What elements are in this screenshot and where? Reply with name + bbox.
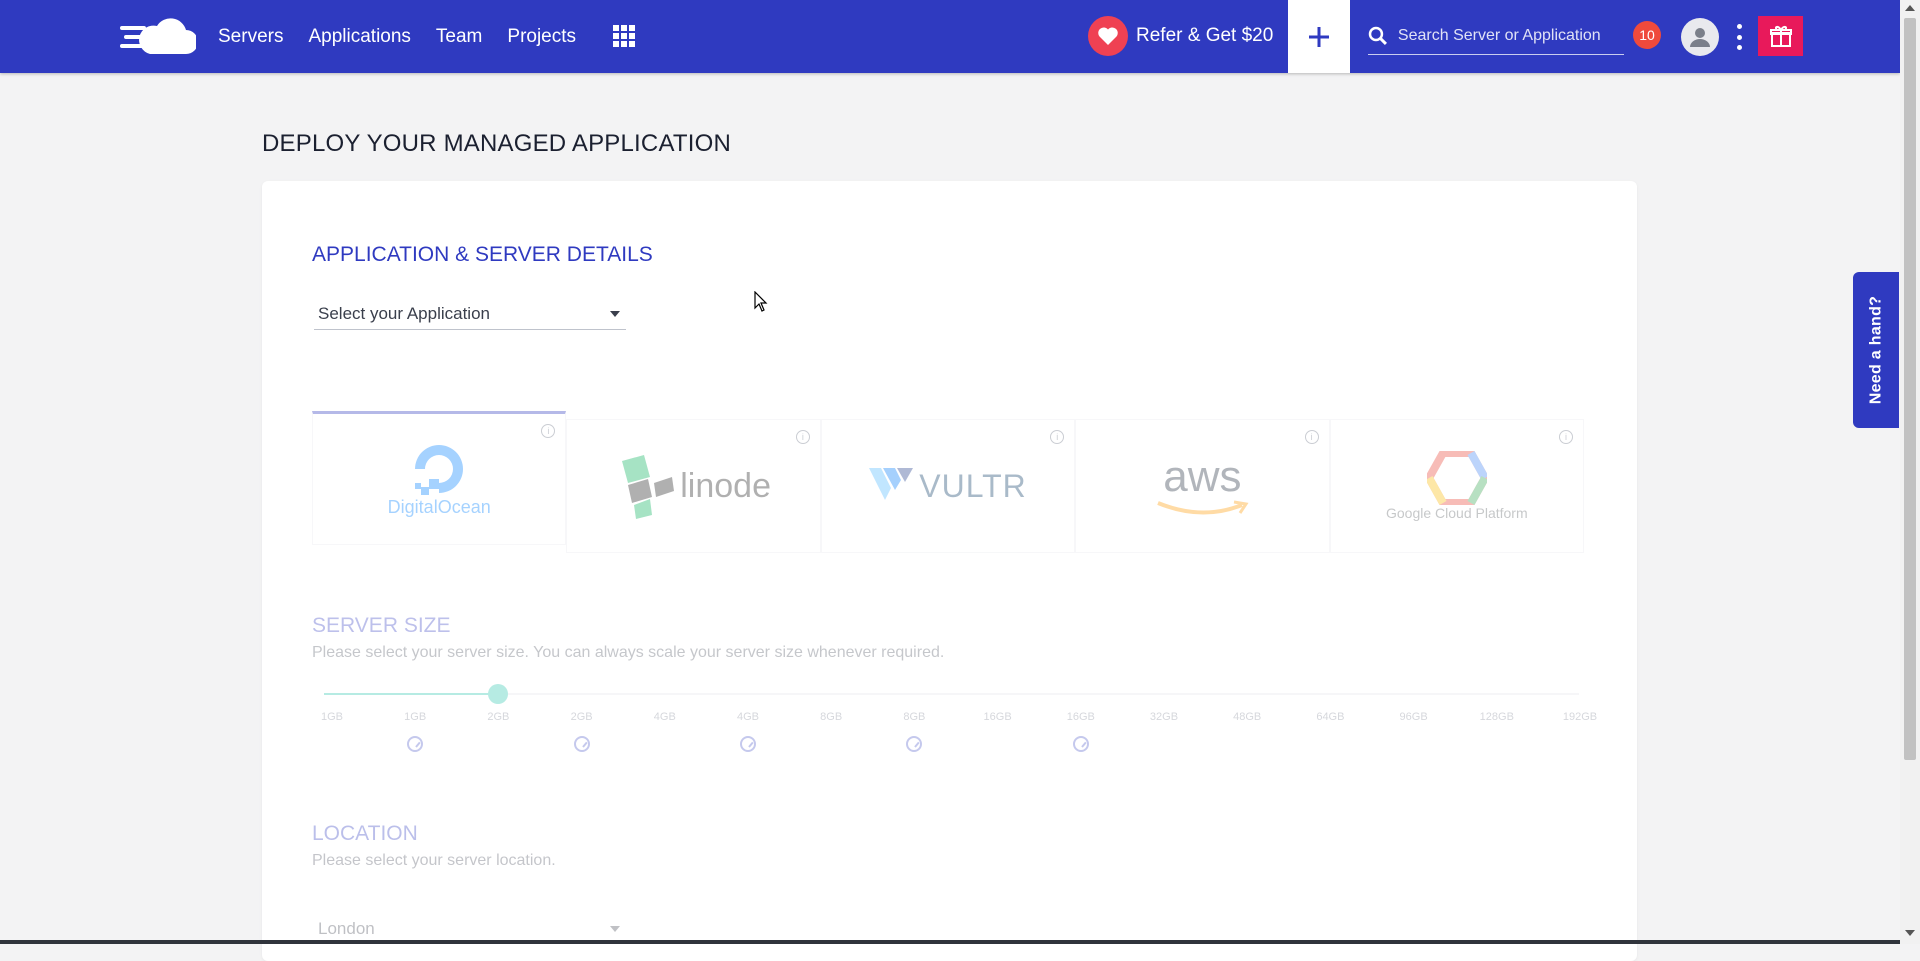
provider-vultr[interactable]: i VULTR	[820, 419, 1076, 553]
size-tick-label: 128GB	[1479, 711, 1514, 723]
speed-gauge-icon	[1072, 736, 1089, 752]
size-tick-label: 32GB	[1149, 711, 1179, 723]
mouse-cursor-icon	[754, 291, 768, 312]
more-menu-icon[interactable]	[1733, 24, 1745, 50]
location-description: Please select your server location.	[312, 852, 556, 869]
provider-name: Google Cloud Platform	[1386, 505, 1528, 521]
scroll-up-arrow-icon[interactable]	[1905, 5, 1915, 11]
provider-list: i DigitalOcean i linode i VULTR i aws i …	[312, 411, 1585, 559]
vultr-logo-icon	[869, 468, 914, 500]
size-tick-label: 1GB	[404, 711, 427, 723]
app-server-details-title: APPLICATION & SERVER DETAILS	[312, 243, 653, 266]
scroll-down-arrow-icon[interactable]	[1905, 930, 1915, 936]
dropdown-caret-icon	[610, 311, 620, 317]
cloudways-logo-icon[interactable]	[120, 16, 198, 56]
speed-gauge-icon	[906, 736, 923, 752]
notification-badge[interactable]: 10	[1633, 21, 1661, 49]
add-new-button[interactable]	[1288, 0, 1350, 73]
main-nav: Servers Applications Team Projects	[218, 0, 576, 73]
nav-applications[interactable]: Applications	[308, 26, 410, 48]
user-icon	[1690, 28, 1710, 47]
application-select-label: Select your Application	[318, 304, 490, 323]
server-size-description: Please select your server size. You can …	[312, 644, 945, 661]
page-title: DEPLOY YOUR MANAGED APPLICATION	[262, 130, 731, 157]
search-icon	[1368, 26, 1387, 46]
search-input[interactable]	[1395, 26, 1624, 46]
location-select-value: London	[318, 919, 375, 938]
scrollbar-thumb[interactable]	[1904, 18, 1916, 760]
speed-gauge-icon	[407, 736, 424, 752]
nav-projects[interactable]: Projects	[507, 26, 576, 48]
dropdown-caret-icon	[610, 926, 620, 932]
aws-smile-icon	[1157, 500, 1249, 515]
server-size-title: SERVER SIZE	[312, 614, 451, 637]
info-icon[interactable]: i	[1559, 430, 1574, 444]
deploy-card: APPLICATION & SERVER DETAILS Select your…	[262, 181, 1637, 961]
provider-name: DigitalOcean	[387, 496, 491, 517]
size-tick-label: 8GB	[820, 711, 843, 723]
nav-team[interactable]: Team	[436, 26, 482, 48]
google-cloud-logo-icon	[1426, 451, 1487, 505]
refer-label: Refer & Get $20	[1136, 25, 1274, 46]
top-navbar: Servers Applications Team Projects Refer…	[0, 0, 1900, 73]
application-select[interactable]: Select your Application	[314, 299, 626, 330]
provider-name: aws	[1163, 452, 1242, 501]
size-tick-label: 64GB	[1316, 711, 1345, 723]
size-tick-label: 8GB	[903, 711, 926, 723]
size-tick-label: 16GB	[983, 711, 1012, 723]
size-tick-label: 2GB	[487, 711, 510, 723]
search-box	[1368, 18, 1624, 55]
info-icon[interactable]: i	[541, 424, 556, 438]
gift-button[interactable]	[1758, 16, 1803, 56]
taskbar-edge	[0, 940, 1900, 944]
gift-icon	[1769, 26, 1792, 47]
user-avatar[interactable]	[1681, 18, 1719, 56]
info-icon[interactable]: i	[795, 430, 810, 444]
location-title: LOCATION	[312, 822, 418, 845]
speed-gauge-icon	[740, 736, 756, 752]
slider-fill	[324, 693, 499, 695]
size-ticks: 1GB 1GB 2GB 2GB 4GB 4GB 8GB 8GB 16GB 16GB 32GB 48GB…	[307, 711, 1597, 731]
info-icon[interactable]: i	[1050, 430, 1065, 444]
provider-name: VULTR	[919, 467, 1027, 504]
provider-linode[interactable]: i linode	[566, 419, 821, 553]
slider-handle[interactable]	[488, 684, 509, 704]
size-tick-label: 2GB	[570, 711, 593, 723]
info-icon[interactable]: i	[1304, 430, 1319, 444]
provider-aws[interactable]: i aws	[1075, 419, 1330, 553]
provider-google-cloud[interactable]: i Google Cloud Platform	[1329, 419, 1585, 553]
vertical-scrollbar[interactable]	[1900, 0, 1920, 944]
size-tick-label: 4GB	[736, 711, 760, 723]
need-a-hand-button[interactable]: Need a hand?	[1853, 272, 1899, 428]
size-tick-label: 48GB	[1233, 711, 1262, 723]
size-tick-label: 192GB	[1562, 711, 1598, 723]
refer-button[interactable]: Refer & Get $20	[1088, 16, 1273, 56]
provider-digitalocean[interactable]: i DigitalOcean	[312, 411, 567, 545]
size-tick-label: 4GB	[653, 711, 676, 723]
server-size-slider[interactable]	[324, 684, 1579, 704]
need-a-hand-label: Need a hand?	[1867, 295, 1885, 405]
plus-icon	[1309, 26, 1329, 47]
digitalocean-logo-icon	[415, 444, 464, 495]
size-tick-label: 1GB	[320, 711, 344, 723]
size-tick-label: 96GB	[1399, 711, 1428, 723]
size-tick-label: 16GB	[1066, 711, 1095, 723]
linode-logo-icon	[622, 455, 675, 519]
provider-name: linode	[680, 466, 771, 505]
apps-grid-icon[interactable]	[613, 25, 635, 47]
nav-servers[interactable]: Servers	[218, 26, 283, 48]
heart-icon	[1088, 16, 1128, 56]
speed-gauge-icon	[573, 736, 590, 752]
